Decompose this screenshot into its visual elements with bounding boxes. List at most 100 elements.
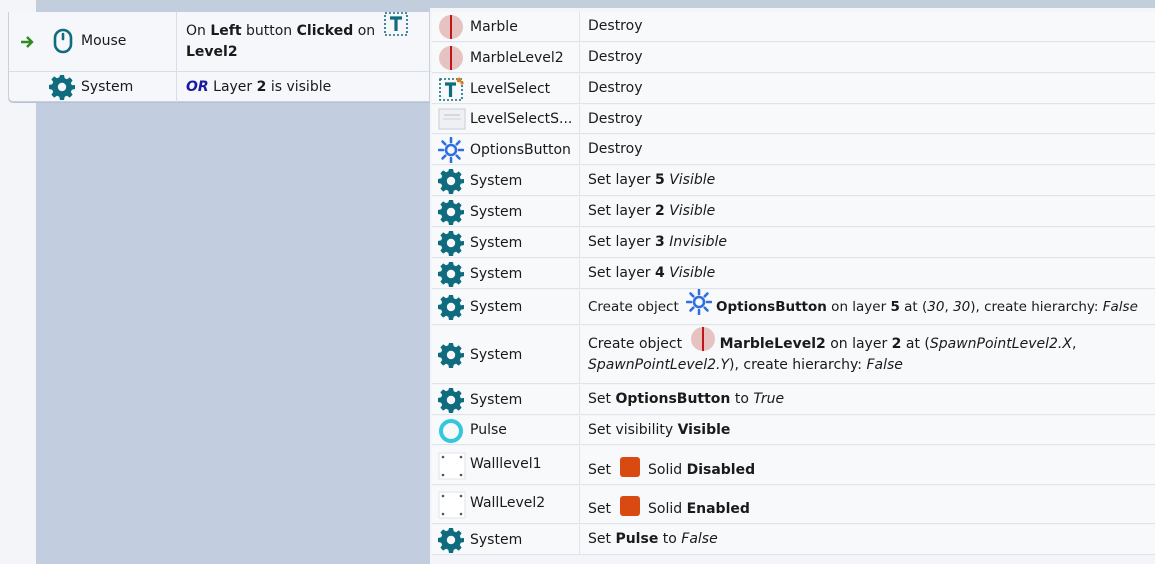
action-object-name: System [470, 173, 523, 189]
action-text-part: Create object [588, 335, 687, 352]
condition-object-cell[interactable]: System [9, 72, 177, 102]
action-object-cell[interactable]: LevelSelect [432, 74, 580, 103]
event-conditions-block[interactable]: Mouse On Left button Clicked on Level2 S… [8, 11, 431, 102]
event-trigger-arrow-icon [21, 36, 34, 48]
action-row[interactable]: System Set OptionsButton to True [432, 385, 1155, 415]
action-row[interactable]: Marble Destroy [432, 12, 1155, 42]
action-object-cell[interactable]: OptionsButton [432, 135, 580, 164]
action-object-name: System [470, 347, 523, 363]
or-keyword: OR [186, 78, 209, 95]
action-text-part: Set [588, 391, 616, 407]
action-text-part: Set layer [588, 203, 656, 219]
action-row[interactable]: System Set layer 4 Visible [432, 259, 1155, 289]
action-text[interactable]: Set visibility Visible [588, 416, 1151, 444]
condition-row-mouse[interactable]: Mouse On Left button Clicked on Level2 [9, 11, 431, 72]
action-text[interactable]: Set layer 3 Invisible [588, 228, 1151, 257]
condition-object-cell[interactable]: Mouse [9, 12, 177, 71]
text-object-icon [439, 77, 464, 101]
condition-text-part: button [241, 22, 297, 39]
action-row[interactable]: System Create object MarbleLevel2 on lay… [432, 326, 1155, 384]
action-text[interactable]: Set Solid Enabled [588, 486, 1151, 523]
action-param: 2 [655, 203, 665, 219]
action-object-cell[interactable]: Walllevel1 [432, 446, 580, 484]
condition-param-layer: 2 [256, 78, 267, 95]
action-object-cell[interactable]: WallLevel2 [432, 486, 580, 523]
action-row[interactable]: MarbleLevel2 Destroy [432, 43, 1155, 73]
action-text-part: Destroy [588, 80, 643, 96]
action-row[interactable]: Pulse Set visibility Visible [432, 416, 1155, 445]
action-row[interactable]: OptionsButton Destroy [432, 135, 1155, 165]
condition-row-system[interactable]: System OR Layer 2 is visible [9, 72, 431, 102]
wall-sprite-icon [438, 452, 466, 480]
solid-behavior-icon [620, 456, 640, 477]
action-text[interactable]: Set layer 4 Visible [588, 259, 1151, 288]
action-object-cell[interactable]: System [432, 385, 580, 414]
action-param: True [753, 391, 785, 407]
action-text-part: ), create hierarchy: [729, 356, 867, 373]
action-object-cell[interactable]: System [432, 525, 580, 554]
action-row[interactable]: System Set layer 3 Invisible [432, 228, 1155, 258]
action-object-cell[interactable]: MarbleLevel2 [432, 43, 580, 72]
action-text[interactable]: Set layer 5 Visible [588, 166, 1151, 195]
condition-text[interactable]: OR Layer 2 is visible [186, 72, 423, 102]
action-row[interactable]: LevelSelectS... Destroy [432, 105, 1155, 134]
action-text-part: Set [588, 531, 616, 547]
action-param: Disabled [686, 461, 756, 478]
action-row[interactable]: System Set layer 5 Visible [432, 166, 1155, 196]
gear-icon [438, 343, 464, 368]
action-object-name: Marble [470, 19, 518, 35]
action-text[interactable]: Create object MarbleLevel2 on layer 2 at… [588, 326, 1151, 383]
action-text[interactable]: Create object OptionsButton on layer 5 a… [588, 288, 1151, 324]
condition-text-part: On [186, 22, 211, 39]
action-row[interactable]: WallLevel2 Set Solid Enabled [432, 486, 1155, 524]
action-text[interactable]: Destroy [588, 74, 1151, 103]
action-row[interactable]: System Set layer 2 Visible [432, 197, 1155, 227]
action-text[interactable]: Set OptionsButton to True [588, 385, 1151, 414]
action-object-cell[interactable]: Marble [432, 12, 580, 41]
action-text-part: Set layer [588, 234, 656, 250]
actions-list[interactable]: Marble Destroy MarbleLevel2 Destroy Leve… [430, 12, 1155, 564]
pulse-ring-icon [439, 419, 463, 443]
action-text-part: on layer [826, 298, 891, 315]
action-object-cell[interactable]: System [432, 197, 580, 226]
action-text[interactable]: Destroy [588, 135, 1151, 164]
action-object-cell[interactable]: System [432, 259, 580, 288]
action-param-y: 30 [953, 298, 971, 315]
action-text[interactable]: Set Solid Disabled [588, 446, 1151, 484]
action-object-name: System [470, 266, 523, 282]
action-object-cell[interactable]: System [432, 166, 580, 195]
action-text-part: at ( [901, 335, 930, 352]
action-object-name: Pulse [470, 422, 507, 438]
action-param: False [681, 531, 718, 547]
action-object-name: WallLevel2 [470, 495, 546, 511]
action-row[interactable]: System Set Pulse to False [432, 525, 1155, 555]
action-object-cell[interactable]: System [432, 290, 580, 324]
action-row[interactable]: System Create object OptionsButton on la… [432, 288, 1155, 325]
action-param-layer: 2 [891, 335, 902, 352]
action-text[interactable]: Destroy [588, 43, 1151, 72]
action-object-cell[interactable]: System [432, 326, 580, 383]
action-text[interactable]: Destroy [588, 105, 1151, 133]
action-text-part: to [730, 391, 754, 407]
marble-sprite-icon [690, 326, 715, 351]
action-text-part: ), create hierarchy: [970, 298, 1103, 315]
action-text[interactable]: Set Pulse to False [588, 525, 1151, 554]
action-object-cell[interactable]: LevelSelectS... [432, 105, 580, 133]
action-object-cell[interactable]: System [432, 228, 580, 257]
solid-behavior-icon [620, 496, 640, 516]
marble-sprite-icon [439, 46, 463, 70]
action-param: Pulse [615, 531, 659, 547]
condition-text[interactable]: On Left button Clicked on Level2 [186, 11, 423, 71]
action-object-cell[interactable]: Pulse [432, 416, 580, 444]
action-row[interactable]: LevelSelect Destroy [432, 74, 1155, 104]
action-row[interactable]: Walllevel1 Set Solid Disabled [432, 446, 1155, 485]
action-param-hierarchy: False [1102, 298, 1138, 315]
action-text[interactable]: Set layer 2 Visible [588, 197, 1151, 226]
action-text[interactable]: Destroy [588, 12, 1151, 41]
options-button-icon [686, 288, 713, 315]
text-object-icon [383, 11, 408, 36]
action-object-name: MarbleLevel2 [470, 50, 564, 66]
condition-param-object: Level2 [186, 43, 238, 60]
action-param: Visible [669, 265, 716, 281]
gear-icon [438, 262, 464, 287]
